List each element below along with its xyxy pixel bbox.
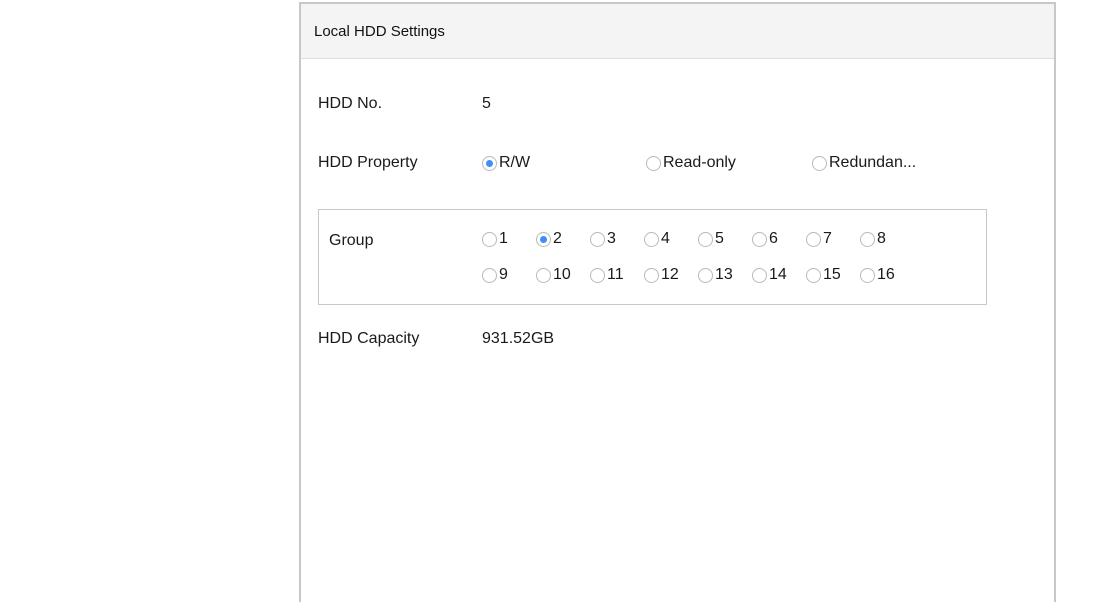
radio-checked-icon (536, 231, 551, 247)
group-option-label: 8 (877, 230, 886, 247)
group-option-label: 6 (769, 230, 778, 247)
group-option-7[interactable]: 7 (806, 230, 860, 248)
group-option-11[interactable]: 11 (590, 266, 644, 284)
hdd-property-option-read-only[interactable]: Read-only (646, 154, 812, 172)
hdd-property-option-label: Redundan... (829, 154, 917, 171)
dialog-header: Local HDD Settings (301, 4, 1054, 59)
radio-unchecked-icon (860, 231, 875, 247)
radio-unchecked-icon (590, 267, 605, 283)
group-option-label: 16 (877, 266, 895, 283)
group-option-6[interactable]: 6 (752, 230, 806, 248)
group-option-label: 14 (769, 266, 787, 283)
group-option-5[interactable]: 5 (698, 230, 752, 248)
group-radio-grid: 1 2 3 4 5 6 7 8 9 10 11 12 13 14 15 16 (482, 230, 914, 284)
hdd-property-label: HDD Property (318, 154, 418, 171)
dialog-title: Local HDD Settings (314, 22, 445, 40)
group-option-13[interactable]: 13 (698, 266, 752, 284)
radio-unchecked-icon (644, 267, 659, 283)
radio-unchecked-icon (860, 267, 875, 283)
radio-unchecked-icon (806, 267, 821, 283)
group-option-4[interactable]: 4 (644, 230, 698, 248)
radio-unchecked-icon (536, 267, 551, 283)
group-option-label: 7 (823, 230, 832, 247)
hdd-no-row: HDD No. 5 (318, 95, 491, 113)
radio-unchecked-icon (698, 267, 713, 283)
group-option-8[interactable]: 8 (860, 230, 914, 248)
hdd-capacity-row: HDD Capacity 931.52GB (318, 330, 554, 348)
group-option-label: 15 (823, 266, 841, 283)
group-option-3[interactable]: 3 (590, 230, 644, 248)
hdd-property-option-rw[interactable]: R/W (482, 154, 646, 172)
hdd-property-option-redundancy[interactable]: Redundan... (812, 154, 916, 172)
group-label: Group (329, 232, 374, 249)
group-option-label: 5 (715, 230, 724, 247)
group-option-14[interactable]: 14 (752, 266, 806, 284)
hdd-no-value: 5 (482, 95, 491, 112)
hdd-property-option-label: R/W (499, 154, 531, 171)
group-option-2[interactable]: 2 (536, 230, 590, 248)
radio-unchecked-icon (806, 231, 821, 247)
group-option-10[interactable]: 10 (536, 266, 590, 284)
radio-unchecked-icon (482, 231, 497, 247)
group-option-label: 2 (553, 230, 562, 247)
group-option-label: 4 (661, 230, 670, 247)
group-option-12[interactable]: 12 (644, 266, 698, 284)
group-option-1[interactable]: 1 (482, 230, 536, 248)
hdd-property-option-label: Read-only (663, 154, 736, 171)
radio-unchecked-icon (590, 231, 605, 247)
hdd-capacity-label: HDD Capacity (318, 330, 420, 347)
group-option-15[interactable]: 15 (806, 266, 860, 284)
group-option-label: 11 (607, 266, 624, 283)
radio-unchecked-icon (698, 231, 713, 247)
local-hdd-settings-dialog: Local HDD Settings HDD No. 5 HDD Propert… (299, 2, 1056, 602)
radio-unchecked-icon (644, 231, 659, 247)
radio-unchecked-icon (752, 231, 767, 247)
group-option-16[interactable]: 16 (860, 266, 914, 284)
group-box: Group 1 2 3 4 5 6 7 8 9 10 11 12 13 14 1… (318, 209, 987, 305)
group-option-9[interactable]: 9 (482, 266, 536, 284)
group-option-label: 13 (715, 266, 733, 283)
radio-unchecked-icon (812, 155, 827, 171)
group-option-label: 10 (553, 266, 571, 283)
group-option-label: 9 (499, 266, 508, 283)
radio-unchecked-icon (646, 155, 661, 171)
hdd-capacity-value: 931.52GB (482, 330, 555, 347)
hdd-property-row: HDD Property R/W Read-only Redundan... (318, 154, 916, 172)
group-option-label: 1 (499, 230, 508, 247)
radio-unchecked-icon (482, 267, 497, 283)
group-option-label: 12 (661, 266, 679, 283)
radio-checked-icon (482, 155, 497, 171)
group-option-label: 3 (607, 230, 616, 247)
hdd-no-label: HDD No. (318, 95, 383, 112)
radio-unchecked-icon (752, 267, 767, 283)
